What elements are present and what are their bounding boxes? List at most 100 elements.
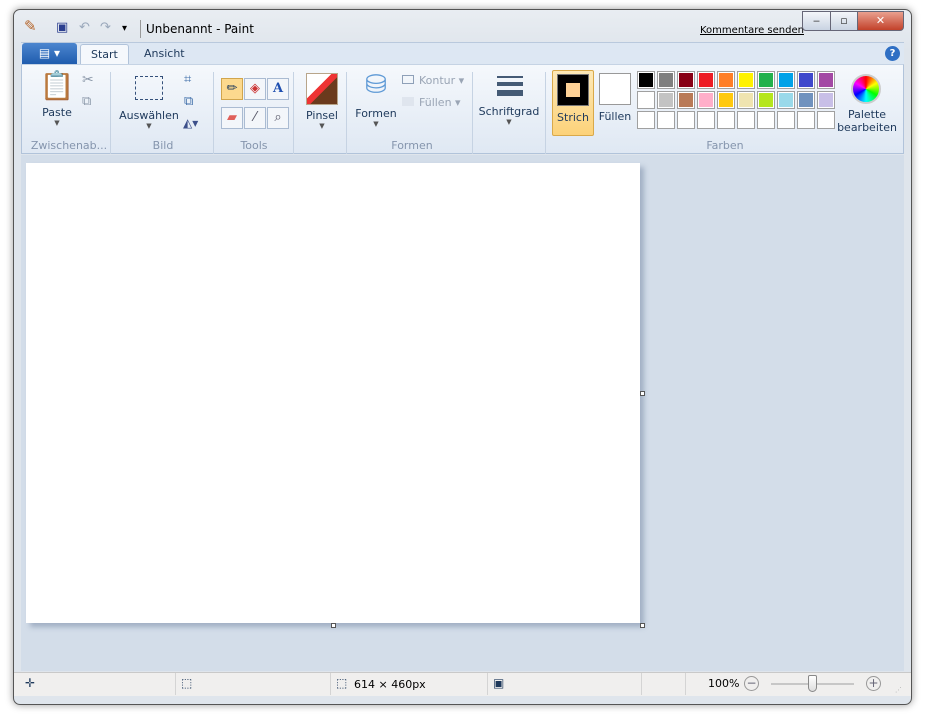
select-button[interactable]: Auswählen ▼ <box>118 72 180 132</box>
color-swatch[interactable] <box>817 91 835 109</box>
redo-icon[interactable]: ↷ <box>100 20 111 35</box>
color-swatch[interactable] <box>637 111 655 129</box>
color-swatch[interactable] <box>657 111 675 129</box>
fill-dropdown[interactable]: Füllen ▾ <box>402 96 461 109</box>
application-menu-button[interactable]: ▤ ▾ <box>22 43 77 64</box>
resize-handle-corner[interactable] <box>640 623 645 628</box>
title-divider <box>140 20 141 38</box>
group-divider <box>293 72 294 154</box>
outline-icon <box>402 75 414 84</box>
save-icon[interactable]: ▣ <box>56 20 68 35</box>
rotate-icon[interactable]: ◭▾ <box>183 117 198 129</box>
drawing-canvas[interactable] <box>26 163 640 623</box>
cursor-position-icon: ✛ <box>25 676 36 690</box>
chevron-down-icon: ▼ <box>506 118 512 126</box>
group-label-tools: Tools <box>240 139 268 152</box>
canvas-size-text: 614 × 460px <box>354 678 426 691</box>
color-picker-tool[interactable]: ⁄ <box>244 107 266 129</box>
color2-button[interactable]: Füllen <box>597 70 633 136</box>
color-swatch[interactable] <box>777 91 795 109</box>
paint-app-icon[interactable]: ✎ <box>24 19 37 34</box>
color1-button[interactable]: Strich <box>552 70 594 136</box>
color-swatch[interactable] <box>777 71 795 89</box>
color-swatch[interactable] <box>797 111 815 129</box>
group-label-colors: Farben <box>706 139 744 152</box>
fill-label: Füllen <box>419 96 452 109</box>
color-swatch[interactable] <box>757 71 775 89</box>
tab-start[interactable]: Start <box>80 44 129 64</box>
tab-ansicht[interactable]: Ansicht <box>134 44 195 64</box>
copy-icon[interactable]: ⧉ <box>82 95 91 108</box>
eraser-tool[interactable]: ▰ <box>221 107 243 129</box>
color-swatch[interactable] <box>717 111 735 129</box>
color-swatch[interactable] <box>697 91 715 109</box>
close-button[interactable]: ✕ <box>857 11 904 31</box>
color-swatch[interactable] <box>757 91 775 109</box>
edit-colors-button[interactable]: Palette bearbeiten <box>836 72 898 134</box>
group-divider <box>110 72 111 154</box>
color-swatch[interactable] <box>677 111 695 129</box>
color-swatch[interactable] <box>677 91 695 109</box>
color2-label: Füllen <box>598 110 632 123</box>
brushes-label: Pinsel <box>306 109 338 122</box>
undo-icon[interactable]: ↶ <box>79 20 90 35</box>
selection-size-icon: ⬚ <box>181 676 193 690</box>
brush-icon <box>306 73 338 105</box>
color-swatch[interactable] <box>657 71 675 89</box>
color-swatch[interactable] <box>717 91 735 109</box>
color-swatch[interactable] <box>677 71 695 89</box>
outline-dropdown[interactable]: Kontur ▾ <box>402 74 464 87</box>
paste-button[interactable]: 📋 Paste ▼ <box>35 72 79 132</box>
brushes-button[interactable]: Pinsel ▼ <box>302 72 342 132</box>
zoom-in-button[interactable]: + <box>866 676 881 691</box>
color-swatch[interactable] <box>817 71 835 89</box>
color-swatch[interactable] <box>637 91 655 109</box>
group-label-clipboard: Zwischenab... <box>30 139 108 152</box>
color-swatch[interactable] <box>737 111 755 129</box>
minimize-button[interactable]: ‒ <box>802 11 831 31</box>
status-divider <box>685 673 686 695</box>
fill-icon <box>402 97 414 106</box>
cut-icon[interactable]: ✂ <box>82 73 94 87</box>
zoom-level-text: 100% <box>708 677 740 690</box>
chevron-down-icon: ▼ <box>319 122 325 130</box>
color-swatch[interactable] <box>637 71 655 89</box>
pencil-tool[interactable]: ✏ <box>221 78 243 100</box>
color-swatch[interactable] <box>697 71 715 89</box>
text-tool[interactable]: A <box>267 78 289 100</box>
color-swatch[interactable] <box>797 71 815 89</box>
color-swatch[interactable] <box>717 71 735 89</box>
color-swatch[interactable] <box>777 111 795 129</box>
crop-icon[interactable]: ⌗ <box>184 73 191 86</box>
shapes-button[interactable]: ⛁ Formen ▼ <box>353 72 399 132</box>
color2-swatch <box>599 73 631 105</box>
magnifier-tool[interactable]: ⌕ <box>267 107 289 129</box>
zoom-slider-thumb[interactable] <box>808 675 817 692</box>
status-divider <box>175 673 176 695</box>
paste-label: Paste <box>42 106 72 119</box>
color-swatch[interactable] <box>817 111 835 129</box>
status-divider <box>487 673 488 695</box>
feedback-link[interactable]: Kommentare senden <box>700 25 804 36</box>
resize-handle-bottom[interactable] <box>331 623 336 628</box>
color-swatch[interactable] <box>757 111 775 129</box>
shapes-label: Formen <box>355 107 397 120</box>
color-swatch[interactable] <box>697 111 715 129</box>
color-swatch[interactable] <box>737 91 755 109</box>
clipboard-icon: 📋 <box>39 69 75 102</box>
maximize-button[interactable]: ▫ <box>830 11 858 31</box>
customize-qat-icon[interactable]: ▾ <box>122 23 127 34</box>
select-label: Auswählen <box>119 109 179 122</box>
color-swatch[interactable] <box>737 71 755 89</box>
resize-handle-right[interactable] <box>640 391 645 396</box>
chevron-down-icon: ▼ <box>373 120 379 128</box>
color-swatch[interactable] <box>657 91 675 109</box>
fill-tool[interactable]: ◈ <box>244 78 266 100</box>
color-swatch[interactable] <box>797 91 815 109</box>
help-icon[interactable]: ? <box>885 46 900 61</box>
canvas-size-icon: ⬚ <box>336 676 348 690</box>
resize-icon[interactable]: ⧉ <box>184 95 193 108</box>
resize-grip[interactable]: ⋰ <box>895 686 902 694</box>
zoom-out-button[interactable]: − <box>744 676 759 691</box>
size-button[interactable]: Schriftgrad ▼ <box>478 72 540 132</box>
